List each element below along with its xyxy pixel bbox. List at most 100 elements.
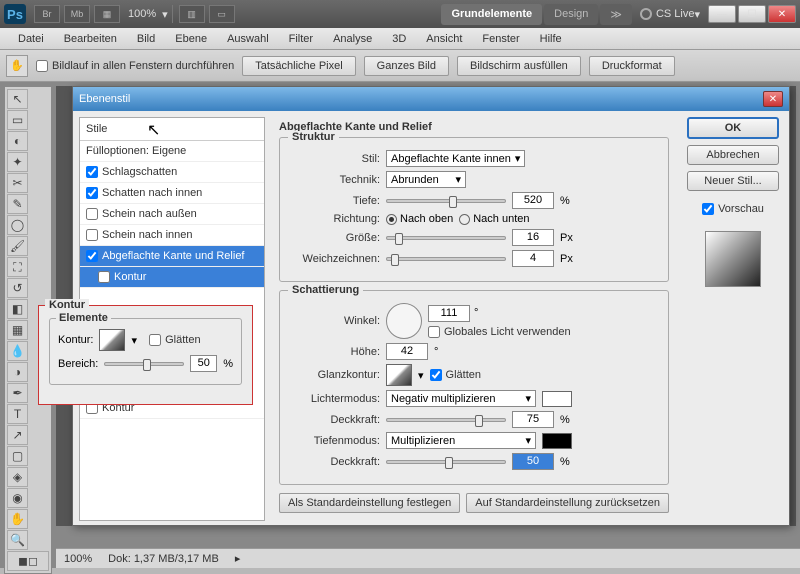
preview-checkbox[interactable]: Vorschau [702, 203, 764, 215]
blur-tool[interactable]: 💧 [7, 341, 28, 361]
lichter-select[interactable]: Negativ multiplizieren▾ [386, 390, 536, 407]
bereich-slider[interactable] [104, 362, 184, 366]
arrange-icon[interactable]: ▥ [179, 5, 205, 23]
menu-filter[interactable]: Filter [279, 31, 323, 47]
bridge-icon[interactable]: Br [34, 5, 60, 23]
dodge-tool[interactable]: ◑ [7, 362, 28, 382]
set-default-button[interactable]: Als Standardeinstellung festlegen [279, 493, 460, 513]
hand-tool[interactable]: ✋ [7, 509, 28, 529]
style-dropshadow[interactable]: Schlagschatten [80, 162, 264, 183]
zoom-level[interactable]: 100% [128, 8, 156, 20]
menu-bearbeiten[interactable]: Bearbeiten [54, 31, 127, 47]
winkel-input[interactable]: 111 [428, 305, 470, 322]
technik-select[interactable]: Abrunden▾ [386, 171, 466, 188]
weich-input[interactable]: 4 [512, 250, 554, 267]
menu-analyse[interactable]: Analyse [323, 31, 382, 47]
hoehe-input[interactable]: 42 [386, 343, 428, 360]
scroll-all-checkbox[interactable]: Bildlauf in allen Fenstern durchführen [36, 60, 234, 72]
richtung-up[interactable]: Nach oben [386, 213, 453, 225]
style-bevel-kontur[interactable]: Kontur [80, 267, 264, 288]
maximize-button[interactable]: ☐ [738, 5, 766, 23]
weich-slider[interactable] [386, 257, 506, 261]
menu-ansicht[interactable]: Ansicht [416, 31, 472, 47]
tiefen-select[interactable]: Multiplizieren▾ [386, 432, 536, 449]
richtung-down[interactable]: Nach unten [459, 213, 529, 225]
struct-legend: Struktur [288, 131, 339, 143]
groesse-input[interactable]: 16 [512, 229, 554, 246]
style-innerglow[interactable]: Schein nach innen [80, 225, 264, 246]
chevron-down-icon: ▾ [525, 392, 531, 405]
actual-pixels-button[interactable]: Tatsächliche Pixel [242, 56, 355, 76]
menu-datei[interactable]: Datei [8, 31, 54, 47]
menu-bild[interactable]: Bild [127, 31, 165, 47]
tiefen-color[interactable] [542, 433, 572, 449]
crop-tool[interactable]: ✂ [7, 173, 28, 193]
app-titlebar: Ps Br Mb ▦ 100%▾ ▥ ▭ Grundelemente Desig… [0, 0, 800, 28]
menu-fenster[interactable]: Fenster [472, 31, 529, 47]
reset-default-button[interactable]: Auf Standardeinstellung zurücksetzen [466, 493, 669, 513]
tiefe-slider[interactable] [386, 199, 506, 203]
menu-3d[interactable]: 3D [382, 31, 416, 47]
type-tool[interactable]: T [7, 404, 28, 424]
minibridge-icon[interactable]: Mb [64, 5, 90, 23]
history-tool[interactable]: ↺ [7, 278, 28, 298]
fill-options[interactable]: Fülloptionen: Eigene [80, 141, 264, 162]
hand-tool-icon[interactable]: ✋ [6, 55, 28, 77]
cancel-button[interactable]: Abbrechen [687, 145, 779, 165]
styles-header[interactable]: Stile [80, 118, 264, 141]
shape-tool[interactable]: ▢ [7, 446, 28, 466]
3d-tool[interactable]: ◈ [7, 467, 28, 487]
new-style-button[interactable]: Neuer Stil... [687, 171, 779, 191]
eraser-tool[interactable]: ◧ [7, 299, 28, 319]
angle-control[interactable] [386, 303, 422, 339]
stil-select[interactable]: Abgeflachte Kante innen▾ [386, 150, 525, 167]
heal-tool[interactable]: ◯ [7, 215, 28, 235]
menu-hilfe[interactable]: Hilfe [530, 31, 572, 47]
cs-live[interactable]: CS Live ▾ [640, 8, 700, 21]
3d-cam-tool[interactable]: ◉ [7, 488, 28, 508]
style-innershadow[interactable]: Schatten nach innen [80, 183, 264, 204]
workspace-more[interactable]: ≫ [600, 4, 632, 25]
workspace-tab-design[interactable]: Design [544, 4, 598, 25]
zoom-tool[interactable]: 🔍 [7, 530, 28, 550]
style-bevel[interactable]: Abgeflachte Kante und Relief [80, 246, 264, 267]
glaetten-checkbox[interactable]: Glätten [430, 369, 481, 381]
pop-glaetten[interactable]: Glätten [149, 334, 200, 346]
close-button[interactable]: ✕ [768, 5, 796, 23]
menu-auswahl[interactable]: Auswahl [217, 31, 279, 47]
move-tool[interactable]: ↖ [7, 89, 28, 109]
glanz-kontur[interactable] [386, 364, 412, 386]
screenmode-icon[interactable]: ▭ [209, 5, 235, 23]
elements-legend: Elemente [56, 312, 111, 324]
minimize-button[interactable]: — [708, 5, 736, 23]
marquee-tool[interactable]: ▭ [7, 110, 28, 130]
fill-screen-button[interactable]: Bildschirm ausfüllen [457, 56, 581, 76]
lichter-color[interactable] [542, 391, 572, 407]
bereich-input[interactable]: 50 [190, 355, 217, 372]
fit-screen-button[interactable]: Ganzes Bild [364, 56, 449, 76]
ok-button[interactable]: OK [687, 117, 779, 139]
style-outerglow[interactable]: Schein nach außen [80, 204, 264, 225]
path-tool[interactable]: ↗ [7, 425, 28, 445]
global-light-checkbox[interactable]: Globales Licht verwenden [428, 326, 571, 338]
deck2-input[interactable]: 50 [512, 453, 554, 470]
workspace-tab-grundelemente[interactable]: Grundelemente [441, 4, 542, 25]
gradient-tool[interactable]: ▦ [7, 320, 28, 340]
wand-tool[interactable]: ✦ [7, 152, 28, 172]
groesse-slider[interactable] [386, 236, 506, 240]
tiefe-input[interactable]: 520 [512, 192, 554, 209]
menu-ebene[interactable]: Ebene [165, 31, 217, 47]
viewmode-icon[interactable]: ▦ [94, 5, 120, 23]
color-swatch[interactable]: ◼◻ [7, 551, 49, 571]
deck1-slider[interactable] [386, 418, 506, 422]
print-size-button[interactable]: Druckformat [589, 56, 675, 76]
eyedrop-tool[interactable]: ✎ [7, 194, 28, 214]
deck1-input[interactable]: 75 [512, 411, 554, 428]
deck2-slider[interactable] [386, 460, 506, 464]
brush-tool[interactable]: 🖌 [7, 236, 28, 256]
dialog-close-button[interactable]: ✕ [763, 91, 783, 107]
stamp-tool[interactable]: ⛶ [7, 257, 28, 277]
lasso-tool[interactable]: ◐ [7, 131, 28, 151]
kontur-preview[interactable] [99, 329, 125, 351]
pen-tool[interactable]: ✒ [7, 383, 28, 403]
